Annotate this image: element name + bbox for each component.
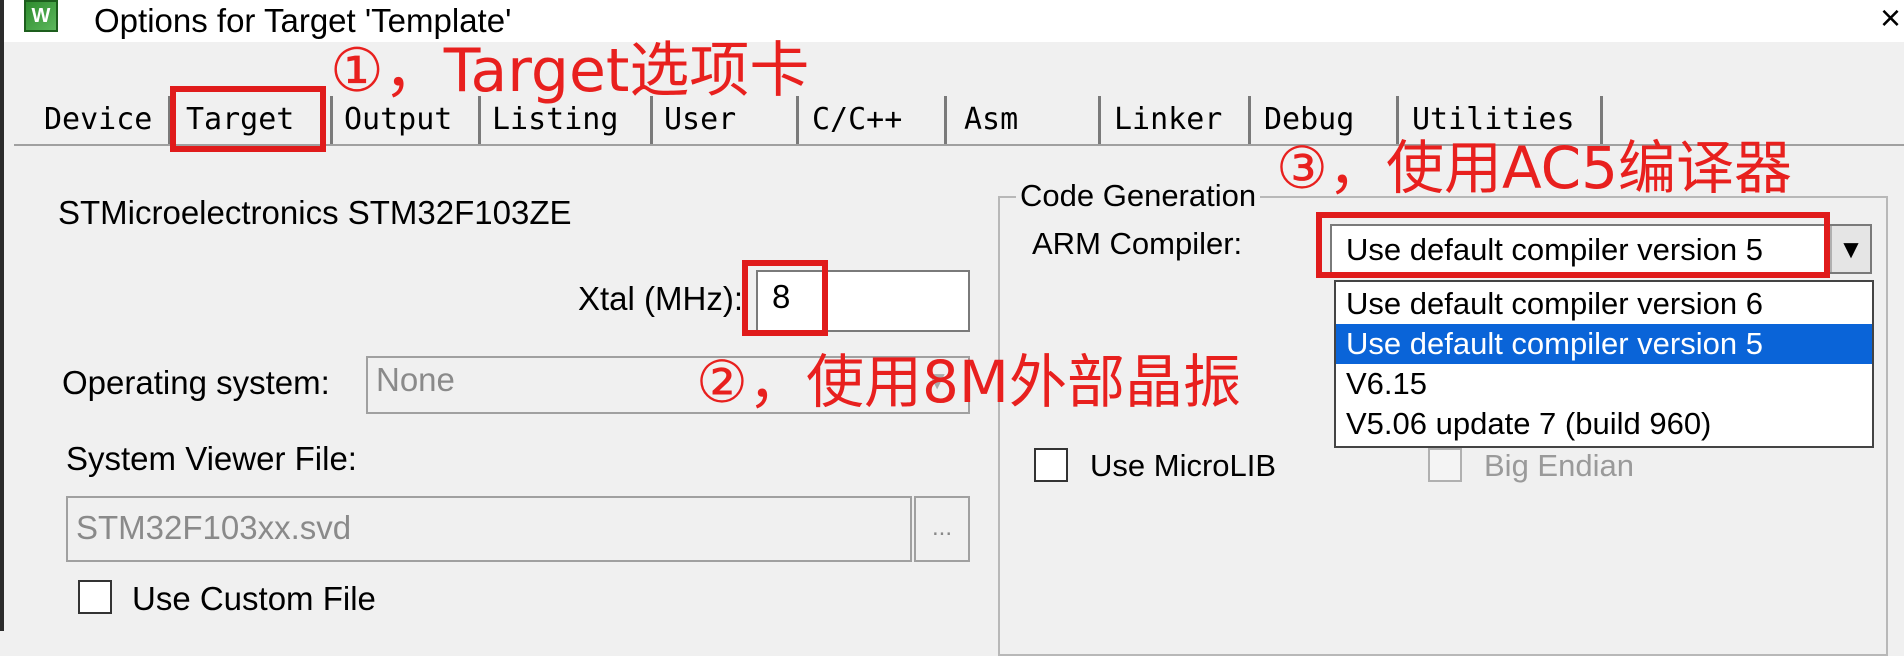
use-microlib-checkbox[interactable] [1034,448,1068,482]
close-icon[interactable]: × [1880,0,1901,36]
annotation-box-xtal [742,260,828,336]
xtal-label: Xtal (MHz): [578,280,743,317]
annotation-note-2: ②，使用8M外部晶振 [696,348,1241,416]
window-title: Options for Target 'Template' [94,2,512,39]
chevron-down-icon[interactable]: ▼ [1830,226,1870,272]
compiler-dropdown-list: Use default compiler version 6 Use defau… [1334,280,1874,448]
system-viewer-file-value: STM32F103xx.svd [76,509,352,546]
tab-divider [1098,96,1101,146]
operating-system-label: Operating system: [62,364,330,401]
big-endian-checkbox[interactable] [1428,448,1462,482]
browse-button[interactable]: ... [914,496,970,562]
tab-device[interactable]: Device [44,96,152,144]
tab-divider [1248,96,1251,146]
big-endian-label: Big Endian [1484,448,1634,483]
tab-linker[interactable]: Linker [1114,96,1222,144]
window-border [0,0,4,631]
tab-asm[interactable]: Asm [964,96,1018,144]
annotation-note-3: ③，使用AC5编译器 [1276,134,1793,202]
annotation-note-1: ①，Target选项卡 [330,36,810,106]
use-custom-file-label: Use Custom File [132,580,376,617]
annotation-box-compiler [1316,212,1830,278]
title-bar: W Options for Target 'Template' × [4,0,1904,42]
code-generation-title: Code Generation [1016,178,1261,214]
uvision-app-icon: W [24,0,58,32]
system-viewer-file-label: System Viewer File: [66,440,357,477]
operating-system-value: None [376,361,455,398]
system-viewer-file-input[interactable]: STM32F103xx.svd [66,496,912,562]
compiler-option[interactable]: V5.06 update 7 (build 960) [1336,404,1872,444]
tab-c-cpp[interactable]: C/C++ [812,96,902,144]
compiler-option-selected[interactable]: Use default compiler version 5 [1336,324,1872,364]
compiler-option[interactable]: Use default compiler version 6 [1336,284,1872,324]
device-name: STMicroelectronics STM32F103ZE [58,194,572,231]
tab-divider [944,96,947,146]
use-custom-file-checkbox[interactable] [78,580,112,614]
annotation-box-target-tab [170,86,326,152]
compiler-option[interactable]: V6.15 [1336,364,1872,404]
use-microlib-label: Use MicroLIB [1090,448,1277,483]
arm-compiler-label: ARM Compiler: [1032,226,1243,261]
